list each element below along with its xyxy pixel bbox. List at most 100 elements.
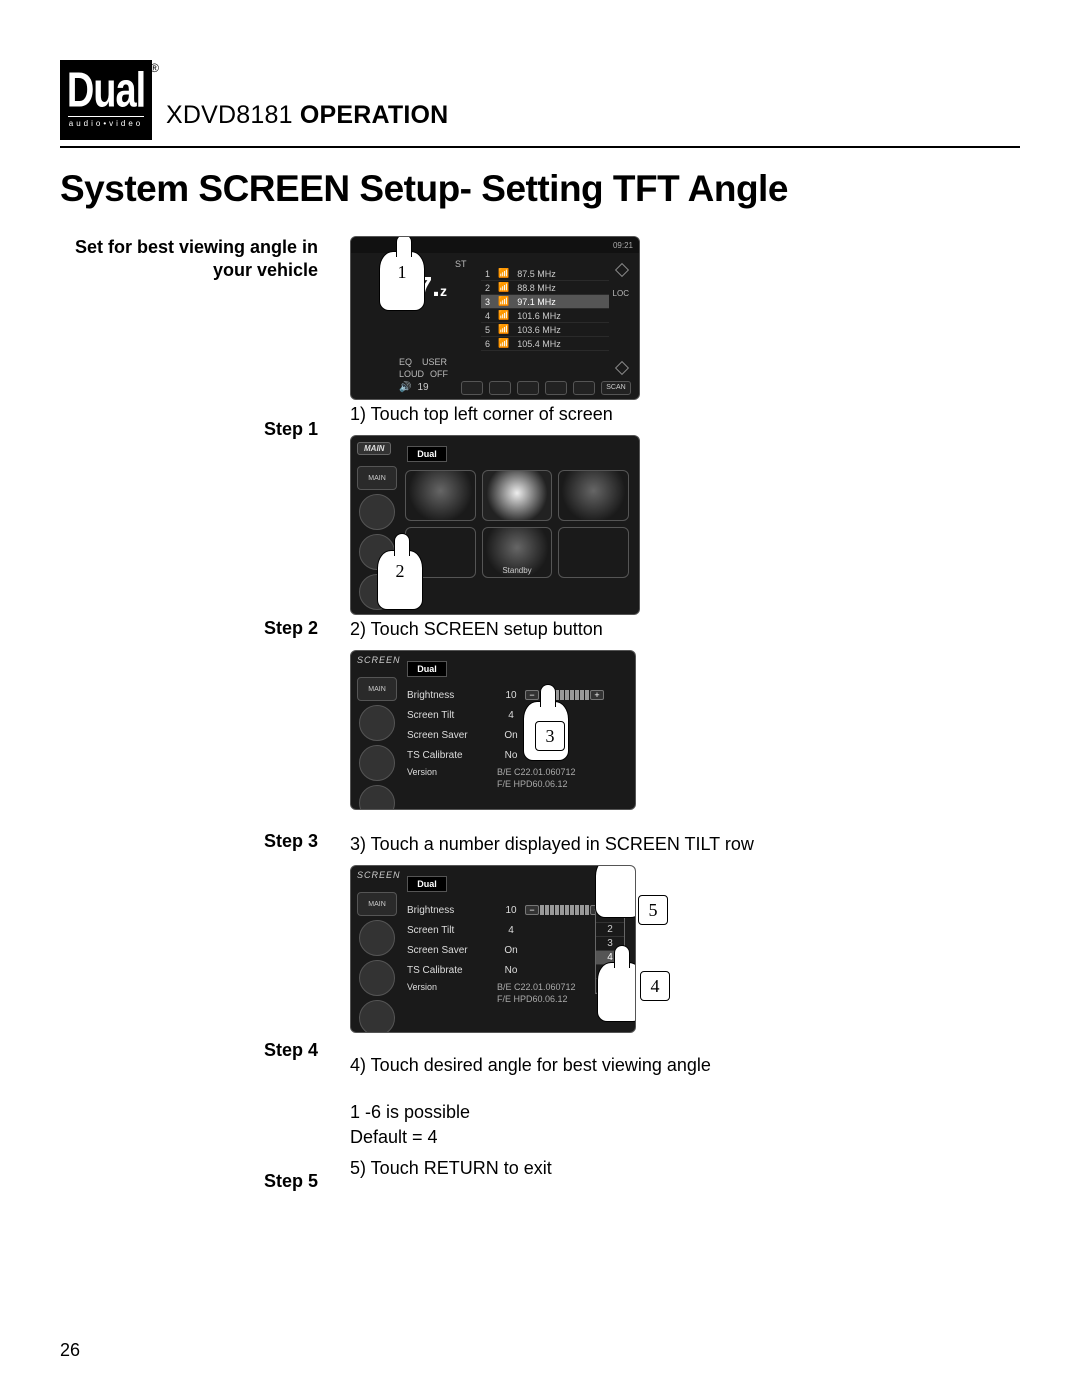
side-tab-icon[interactable]	[359, 920, 395, 956]
side-tab-icon[interactable]	[359, 705, 395, 741]
brand-logo: ® Dual audio•video	[60, 60, 152, 140]
speaker-icon: 🔊	[399, 382, 411, 393]
screenshot-tuner: 09:21 FM ST 97.z LOC 1📶87.5 MHz 2📶88.8 M…	[350, 236, 640, 400]
source-empty	[558, 527, 629, 578]
plus-button[interactable]: +	[590, 690, 604, 700]
screenshot-screen-settings-2: SCREEN Dual MAIN Brightness 10 − +	[350, 865, 636, 1033]
source-radio[interactable]	[405, 470, 476, 521]
step-2-label: Step 2	[60, 618, 318, 639]
side-tab-icon[interactable]	[359, 785, 395, 810]
step-3-caption: 3) Touch a number displayed in SCREEN TI…	[350, 834, 950, 855]
section-name: OPERATION	[300, 101, 449, 129]
preset-row[interactable]: 1📶87.5 MHz	[481, 267, 609, 281]
prev-button[interactable]	[461, 381, 483, 395]
tilt-option[interactable]: 2	[596, 923, 624, 937]
settings-list: Brightness 10 − + Screen Tilt 4 Screen S…	[407, 685, 623, 790]
callout-5: 5	[638, 895, 668, 925]
side-tabs: MAIN	[357, 892, 397, 1033]
brightness-row[interactable]: Brightness 10 − +	[407, 685, 623, 705]
screen-tilt-row[interactable]: Screen Tilt 4	[407, 920, 623, 940]
step-2-caption: 2) Touch SCREEN setup button	[350, 619, 950, 640]
stereo-label: ST	[455, 259, 467, 269]
step-4-caption: 4) Touch desired angle for best viewing …	[350, 1055, 950, 1076]
pointer-hand-icon	[597, 962, 636, 1022]
eq-row: EQUSER	[399, 357, 447, 367]
brightness-row[interactable]: Brightness 10 − +	[407, 900, 623, 920]
preset-row[interactable]: 6📶105.4 MHz	[481, 337, 609, 351]
screen-saver-row[interactable]: Screen Saver On	[407, 940, 623, 960]
source-aux[interactable]	[558, 470, 629, 521]
logo-text: Dual	[67, 66, 145, 115]
loc-label: LOC	[613, 289, 629, 298]
side-tab-icon[interactable]	[359, 745, 395, 781]
side-tab-main[interactable]: MAIN	[357, 466, 397, 490]
screenshot-screen-settings-1: SCREEN Dual MAIN Brightness 10 − +	[350, 650, 636, 810]
screen-title: SCREEN	[357, 655, 401, 665]
intro-text: Set for best viewing angle in your vehic…	[60, 236, 318, 283]
brightness-slider[interactable]: − +	[525, 690, 604, 700]
step-1-label: Step 1	[60, 419, 318, 440]
play-button[interactable]	[517, 381, 539, 395]
callout-1: 1	[380, 262, 424, 283]
side-tab-icon[interactable]	[359, 494, 395, 530]
ff-button[interactable]	[545, 381, 567, 395]
screen-title: SCREEN	[357, 870, 401, 880]
left-column: Set for best viewing angle in your vehic…	[60, 236, 350, 1192]
registered-mark: ®	[150, 61, 159, 75]
callout-4: 4	[640, 971, 670, 1001]
next-button[interactable]	[573, 381, 595, 395]
pointer-hand-icon: 1	[379, 251, 425, 311]
preset-row[interactable]: 5📶103.6 MHz	[481, 323, 609, 337]
pointer-hand-icon: 2	[377, 550, 423, 610]
model-number: XDVD8181	[166, 101, 293, 129]
preset-row[interactable]: 2📶88.8 MHz	[481, 281, 609, 295]
side-tab-main[interactable]: MAIN	[357, 677, 397, 701]
preset-row-selected[interactable]: 3📶97.1 MHz	[481, 295, 609, 309]
pointer-hand-icon	[595, 865, 636, 918]
dual-logo-small: Dual	[407, 661, 447, 677]
source-grid: Standby	[405, 470, 629, 578]
loud-row: LOUDOFF	[399, 369, 448, 379]
settings-list: Brightness 10 − + Screen Tilt 4 Screen S…	[407, 900, 623, 1005]
page-number: 26	[60, 1340, 80, 1361]
ts-calibrate-row[interactable]: TS Calibrate No	[407, 745, 623, 765]
side-tab-icon[interactable]	[359, 960, 395, 996]
default-note: Default = 4	[350, 1127, 950, 1148]
side-tab-main[interactable]: MAIN	[357, 892, 397, 916]
volume-row: 🔊19	[399, 382, 429, 393]
transport-buttons: SCAN	[461, 381, 631, 395]
screen-saver-row[interactable]: Screen Saver On	[407, 725, 623, 745]
version-row: VersionB/E C22.01.060712 F/E HPD60.06.12	[407, 767, 623, 790]
callout-2: 2	[378, 561, 422, 582]
main-badge: MAIN	[357, 442, 391, 455]
step-5-caption: 5) Touch RETURN to exit	[350, 1158, 950, 1179]
dual-logo-small: Dual	[407, 876, 447, 892]
clock: 09:21	[613, 241, 633, 250]
preset-list: 1📶87.5 MHz 2📶88.8 MHz 3📶97.1 MHz 4📶101.6…	[481, 267, 609, 351]
version-row: VersionB/E C22.01.060712 F/E HPD60.06.12	[407, 982, 623, 1005]
rew-button[interactable]	[489, 381, 511, 395]
brightness-slider[interactable]: − +	[525, 905, 604, 915]
range-note: 1 -6 is possible	[350, 1102, 950, 1123]
ts-calibrate-row[interactable]: TS Calibrate No	[407, 960, 623, 980]
side-tab-icon[interactable]	[359, 1000, 395, 1033]
page-header: ® Dual audio•video XDVD8181 OPERATION	[60, 60, 1020, 140]
source-standby[interactable]: Standby	[482, 527, 553, 578]
preset-row[interactable]: 4📶101.6 MHz	[481, 309, 609, 323]
header-title: XDVD8181 OPERATION	[166, 101, 448, 140]
step-3-label: Step 3	[60, 831, 318, 852]
dual-logo-small: Dual	[407, 446, 447, 462]
source-disc[interactable]	[482, 470, 553, 521]
scan-button[interactable]: SCAN	[601, 381, 631, 395]
diamond-icon	[615, 263, 629, 277]
screenshot-main-menu: MAIN Dual MAIN Standby 2	[350, 435, 640, 615]
logo-subtext: audio•video	[69, 119, 144, 128]
step-1-caption: 1) Touch top left corner of screen	[350, 404, 950, 425]
header-rule	[60, 146, 1020, 148]
minus-button[interactable]: −	[525, 690, 539, 700]
minus-button[interactable]: −	[525, 905, 539, 915]
step-5-label: Step 5	[60, 1171, 318, 1192]
right-column: 09:21 FM ST 97.z LOC 1📶87.5 MHz 2📶88.8 M…	[350, 236, 950, 1192]
screen-tilt-row[interactable]: Screen Tilt 4	[407, 705, 623, 725]
step-4-label: Step 4	[60, 1040, 318, 1061]
